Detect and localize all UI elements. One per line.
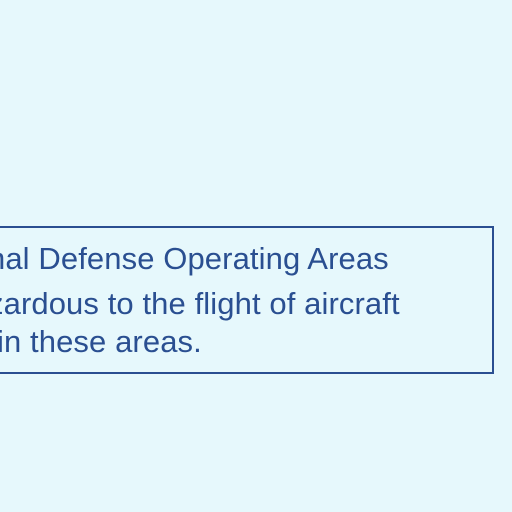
notice-line-2: zardous to the flight of aircraft [0,286,400,321]
notice-line-3: in these areas. [0,324,202,359]
notice-line-1: nal Defense Operating Areas [0,241,389,276]
